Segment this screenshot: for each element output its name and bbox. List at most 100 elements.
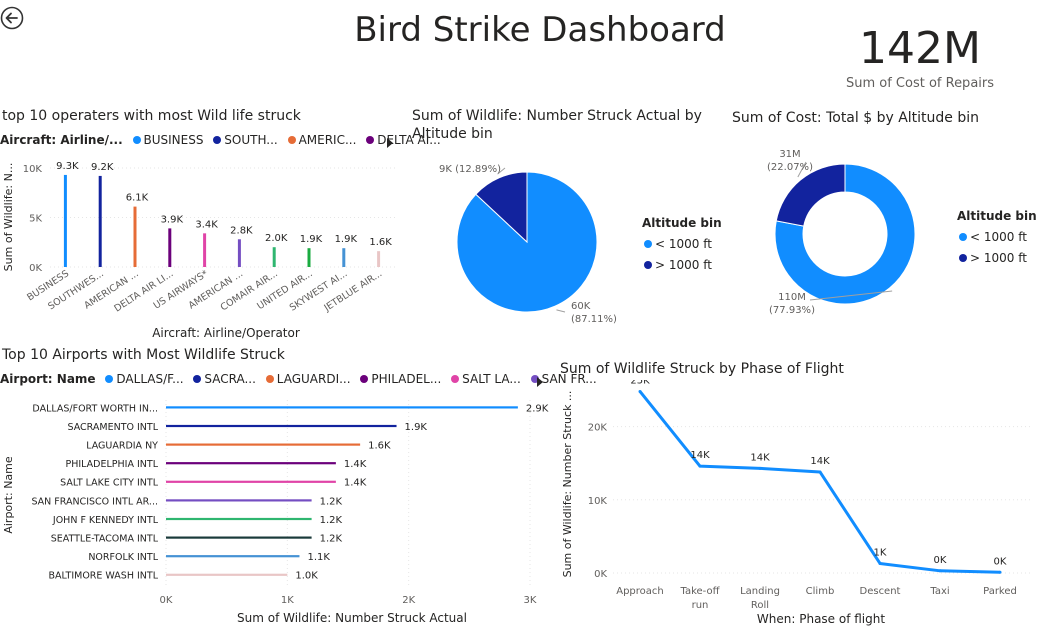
data-label: 25K [630,380,650,386]
y-tick-label: SALT LAKE CITY INTL [60,478,159,489]
x-tick-label: JETBLUE AIR... [322,268,385,314]
data-label: 2.9K [526,403,549,414]
data-label: 1.4K [344,459,367,470]
y-tick-label: BALTIMORE WASH INTL [49,571,159,582]
data-label: 1.2K [320,496,343,507]
y-tick-label: 20K [588,423,608,434]
data-point [998,570,1002,574]
y-tick-label: 10K [23,164,43,175]
airports-legend-item[interactable]: PHILADEL... [371,372,441,386]
phase-line-chart: 0K 10K 20K 25K 14K 14K 14K 1K 0K 0K Approach Take-o… [561,380,1033,626]
bar [166,555,300,558]
x-tick-label: Parked [983,586,1017,597]
altitude-struck-legend: Altitude bin < 1000 ft > 1000 ft [642,213,722,276]
data-label: 1.2K [320,534,343,545]
airports-legend-item[interactable]: DALLAS/F... [116,372,183,386]
data-label: 3.4K [195,219,218,230]
y-tick-label: NORFOLK INTL [88,552,158,563]
y-tick-label: PHILADELPHIA INTL [66,459,159,470]
altitude-cost-donut-chart: 110M (77.93%) 31M (22.07%) [767,149,916,316]
legend-dot [360,375,369,383]
data-label: 1.6K [369,237,392,248]
bar [133,206,137,267]
legend-dot [451,375,460,383]
x-tick-label: Landing [740,586,780,597]
operators-legend: Aircraft: Airline/... BUSINESS SOUTH... … [0,133,441,147]
legend-dot [644,240,652,248]
x-tick-label: 0K [160,595,173,606]
data-label: 1.2K [320,515,343,526]
altitude-struck-title: Sum of Wildlife: Number Struck Actual by… [412,108,702,142]
data-label: 1.6K [368,441,391,452]
operators-chart-title: top 10 operaters with most Wild life str… [2,108,301,124]
operators-legend-item[interactable]: BUSINESS [144,133,204,147]
kpi-label: Sum of Cost of Repairs [845,76,995,91]
bar [166,536,312,539]
data-point [878,561,882,565]
data-label-percent: (77.93%) [769,305,815,316]
data-label: 0K [994,556,1007,567]
data-label-percent: (22.07%) [767,162,813,173]
data-label: 14K [690,450,710,461]
data-label-percent: (87.11%) [571,314,617,325]
y-tick-label: 10K [588,496,608,507]
data-label: 6.1K [126,193,149,204]
legend-dot [105,375,114,383]
kpi-value: 142M [859,23,981,74]
altitude-cost-legend-item[interactable]: < 1000 ft [970,230,1027,244]
x-tick-label: run [692,600,709,611]
legend-dot [132,136,141,144]
data-label: 3.9K [161,214,184,225]
operators-legend-item[interactable]: SOUTH... [224,133,277,147]
x-tick-label: 3K [524,595,537,606]
leader-line [556,309,566,313]
bar [342,248,346,267]
x-axis-title: Sum of Wildlife: Number Struck Actual [237,611,467,625]
x-tick-label: Taxi [929,586,949,597]
x-tick-label: Approach [616,586,664,597]
airports-legend: Airport: Name DALLAS/F... SACRA... LAGUA… [0,372,597,386]
data-point [638,389,642,393]
pie-slice [775,163,846,227]
y-axis-title: Sum of Wildlife: Number Struck ... [561,391,574,578]
x-tick-label: Roll [751,600,769,611]
bar [166,443,361,446]
data-point [938,569,942,573]
data-label: 1.0K [295,571,318,582]
data-label: 1K [874,547,887,558]
bar [272,247,276,267]
legend-dot [265,375,274,383]
legend-dot [366,136,375,144]
y-tick-label: 5K [29,214,42,225]
bar [168,228,172,267]
operators-legend-item[interactable]: AMERIC... [299,133,357,147]
data-label: 1.4K [344,478,367,489]
airports-chart-title: Top 10 Airports with Most Wildlife Struc… [2,347,285,363]
operators-bar-chart: 0K5K10K 9.3KBUSINESS9.2KSOUTHWES...6.1KAM… [2,161,398,340]
x-axis-title: When: Phase of flight [757,612,885,626]
y-tick-label: 0K [29,263,42,274]
legend-dot [287,136,296,144]
data-label: 2.8K [230,225,253,236]
data-label: 1.9K [405,422,428,433]
bar [166,499,312,502]
y-tick-label: SACRAMENTO INTL [68,422,159,433]
data-label-value: 60K [571,301,591,312]
data-label: 1.9K [335,234,358,245]
airports-legend-item[interactable]: SALT LA... [462,372,521,386]
altitude-struck-legend-item[interactable]: < 1000 ft [655,237,712,251]
altitude-cost-legend-item[interactable]: > 1000 ft [970,251,1027,265]
altitude-struck-legend-item[interactable]: > 1000 ft [655,258,712,272]
bar [166,573,288,576]
data-label: 2.0K [265,233,288,244]
bar [166,424,397,428]
data-label: 14K [750,452,770,463]
airports-bar-chart: 0K 1K 2K 3K 2.9K DALLAS/FORT WORTH IN... 1.9K S… [2,400,549,625]
kpi-card: 142M Sum of Cost of Repairs [840,22,1000,91]
bar [377,251,381,267]
altitude-struck-legend-title: Altitude bin [642,216,722,230]
airports-legend-item[interactable]: LAGUARDI... [277,372,351,386]
bar [307,248,311,267]
airports-legend-item[interactable]: SACRA... [204,372,256,386]
data-label-value: 31M [779,149,800,160]
